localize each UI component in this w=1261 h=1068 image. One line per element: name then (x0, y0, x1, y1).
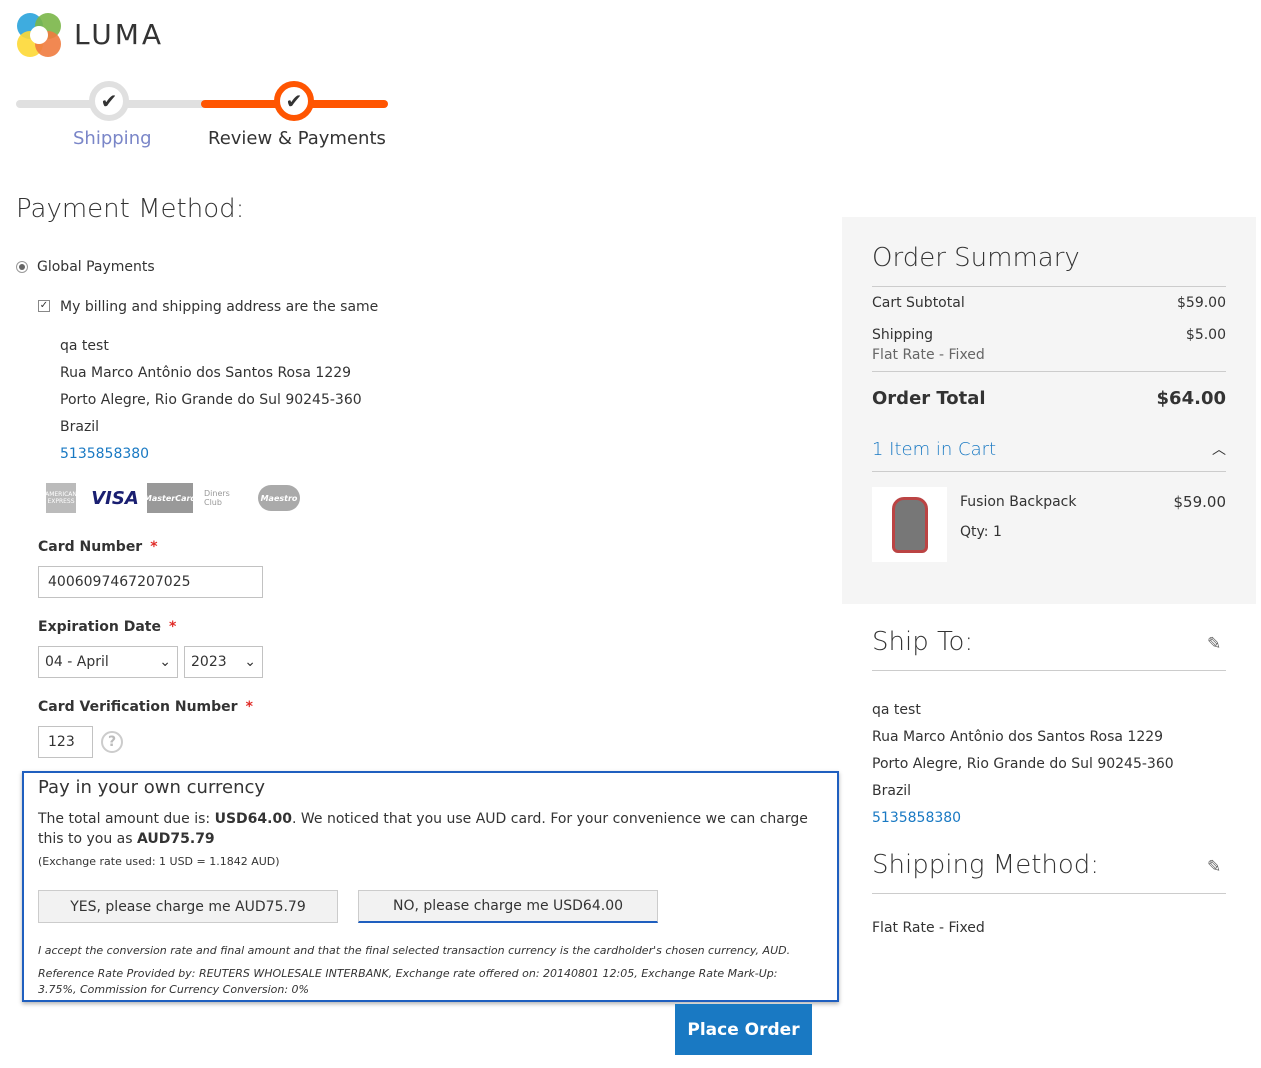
order-summary-title: Order Summary (872, 243, 1080, 273)
step-shipping-link[interactable]: Shipping (73, 128, 152, 149)
same-address-label: My billing and shipping address are the … (60, 299, 379, 315)
ship-to-address: qa test Rua Marco Antônio dos Santos Rosa… (872, 697, 1174, 832)
product-name: Fusion Backpack (960, 494, 1077, 510)
exp-month-select[interactable]: 04 - April ⌄ (38, 646, 178, 678)
cvv-input[interactable]: 123 (38, 726, 93, 758)
mastercard-card-icon: MasterCard (144, 483, 196, 513)
step-review-check-icon: ✔ (274, 81, 314, 121)
order-total-label: Order Total (872, 388, 986, 409)
subtotal-label: Cart Subtotal (872, 295, 965, 311)
brand-name: LUMA (74, 18, 165, 51)
chevron-down-icon: ⌄ (244, 654, 256, 670)
payment-method-label: Global Payments (37, 259, 155, 275)
dcc-message: The total amount due is: USD64.00. We no… (38, 811, 808, 847)
edit-ship-to-pencil-icon[interactable]: ✎ (1207, 634, 1221, 654)
billing-street: Rua Marco Antônio dos Santos Rosa 1229 (60, 365, 352, 381)
charge-usd-button[interactable]: NO, please charge me USD64.00 (358, 890, 658, 923)
dcc-rate: (Exchange rate used: 1 USD = 1.1842 AUD) (38, 855, 280, 868)
shipping-value: $5.00 (1185, 327, 1226, 343)
step-review-label: Review & Payments (208, 128, 386, 149)
charge-aud-button[interactable]: YES, please charge me AUD75.79 (38, 890, 338, 923)
billing-country: Brazil (60, 419, 100, 435)
product-price: $59.00 (1173, 493, 1227, 511)
payment-method-title: Payment Method: (16, 194, 245, 224)
payment-radio[interactable] (16, 261, 28, 273)
product-thumbnail (872, 487, 947, 562)
ship-to-phone-link[interactable]: 5135858380 (872, 805, 1174, 832)
dcc-panel: Pay in your own currency The total amoun… (22, 771, 839, 1002)
luma-logo-icon (17, 13, 61, 57)
dcc-reference: Reference Rate Provided by: REUTERS WHOL… (38, 967, 778, 996)
billing-address: qa test Rua Marco Antônio dos Santos Ros… (60, 333, 362, 468)
subtotal-value: $59.00 (1177, 295, 1226, 311)
product-qty: Qty: 1 (960, 524, 1002, 540)
shipping-method-title: Shipping Method: (872, 850, 1100, 880)
amex-card-icon: American Express (46, 483, 76, 513)
billing-name: qa test (60, 338, 109, 354)
edit-shipping-method-pencil-icon[interactable]: ✎ (1207, 857, 1221, 877)
maestro-card-icon: Maestro (258, 485, 300, 511)
exp-year-select[interactable]: 2023 ⌄ (184, 646, 263, 678)
shipping-label: Shipping (872, 327, 934, 343)
chevron-up-icon[interactable]: ︿ (1212, 439, 1226, 459)
order-total-value: $64.00 (1156, 388, 1226, 409)
billing-city: Porto Alegre, Rio Grande do Sul 90245-36… (60, 392, 362, 408)
dcc-accept: I accept the conversion rate and final a… (38, 944, 791, 957)
card-number-input[interactable]: 4006097467207025 (38, 566, 263, 598)
order-summary: Order Summary Cart Subtotal $59.00 Shipp… (842, 217, 1256, 604)
diners-card-icon: Diners Club (204, 489, 230, 507)
place-order-button[interactable]: Place Order (675, 1004, 812, 1055)
dcc-title: Pay in your own currency (38, 777, 266, 798)
same-address-checkbox[interactable]: ✓ (38, 300, 50, 312)
visa-card-icon: VISA (91, 487, 139, 509)
chevron-down-icon: ⌄ (159, 654, 171, 670)
card-number-label: Card Number * (38, 539, 158, 555)
cvv-help-icon[interactable]: ? (101, 731, 123, 753)
expiration-date-label: Expiration Date * (38, 619, 177, 635)
step-shipping-check-icon[interactable]: ✔ (89, 81, 129, 121)
cvv-label: Card Verification Number * (38, 699, 253, 715)
billing-phone-link[interactable]: 5135858380 (60, 441, 362, 468)
ship-to-title: Ship To: (872, 627, 974, 657)
shipping-method: Flat Rate - Fixed (872, 347, 985, 363)
items-in-cart-toggle[interactable]: 1 Item in Cart (872, 439, 996, 460)
shipping-method-value: Flat Rate - Fixed (872, 920, 985, 936)
